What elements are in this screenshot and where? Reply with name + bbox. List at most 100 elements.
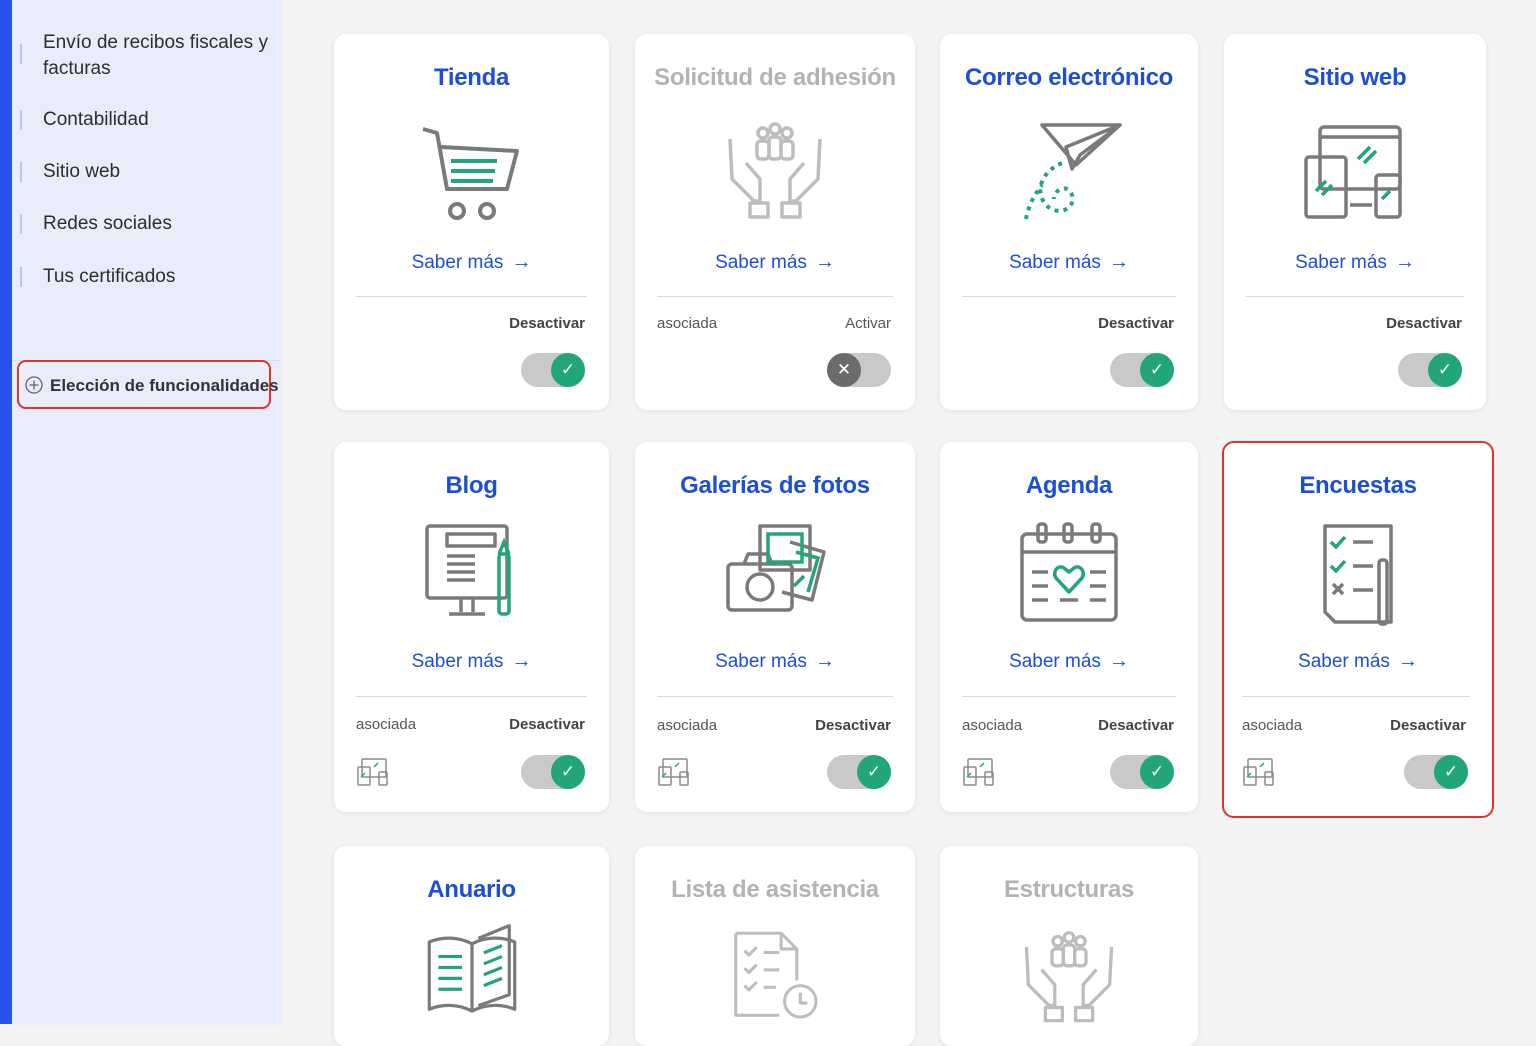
arrow-right-icon: → <box>1397 650 1418 672</box>
card-encuestas: Encuestas Saber más → asociada Desactivar… <box>1222 441 1494 818</box>
card-blog: Blog Saber más → asociada Desactivar ✓ <box>334 442 609 812</box>
card-sitio-web: Sitio web Saber más → Desactivar ✓ <box>1224 34 1486 410</box>
close-icon: ✕ <box>827 353 861 387</box>
learn-more-label: Saber más <box>1009 651 1101 672</box>
learn-more-label: Saber más <box>411 252 504 273</box>
card-title: Sitio web <box>1303 64 1407 91</box>
feature-toggle[interactable]: ✓ <box>1398 353 1462 387</box>
learn-more-link[interactable]: Saber más → <box>1224 650 1492 673</box>
check-icon: ✓ <box>1434 755 1468 789</box>
sidebar-item-social[interactable]: Redes sociales <box>12 211 280 237</box>
hands-people-icon <box>728 122 822 219</box>
calendar-heart-icon <box>1020 522 1118 622</box>
nav-tick <box>20 110 22 130</box>
nav-tick <box>20 214 22 234</box>
learn-more-link[interactable]: Saber más → <box>334 251 609 274</box>
learn-more-label: Saber más <box>715 651 807 672</box>
card-tienda: Tienda Saber más → Desactivar ✓ <box>334 34 609 410</box>
open-book-icon <box>427 924 516 1013</box>
card-correo-electronico: Correo electrónico Saber más → Desactivar… <box>940 34 1198 410</box>
card-title: Estructuras <box>1003 876 1135 903</box>
card-divider <box>1246 296 1464 297</box>
feature-toggle[interactable]: ✓ <box>1110 755 1174 789</box>
devices-icon <box>357 758 388 786</box>
card-galerias-fotos: Galerías de fotos Saber más → asociada De… <box>635 442 915 812</box>
card-anuario: Anuario <box>334 846 609 1046</box>
feature-toggle[interactable]: ✕ <box>827 353 891 387</box>
card-agenda: Agenda Saber más → asociada Desactivar ✓ <box>940 442 1198 812</box>
learn-more-link[interactable]: Saber más → <box>334 650 609 673</box>
survey-checklist-icon <box>1323 524 1393 626</box>
card-title: Tienda <box>433 64 510 91</box>
sidebar-item-accounting[interactable]: Contabilidad <box>12 107 280 133</box>
sidebar-item-certificates[interactable]: Tus certificados <box>12 264 280 290</box>
check-icon: ✓ <box>1428 353 1462 387</box>
devices-icon <box>658 758 689 786</box>
card-lista-asistencia: Lista de asistencia <box>635 846 915 1046</box>
check-icon: ✓ <box>857 755 891 789</box>
learn-more-link[interactable]: Saber más → <box>940 650 1198 673</box>
feature-toggle[interactable]: ✓ <box>1110 353 1174 387</box>
learn-more-link[interactable]: Saber más → <box>635 251 915 274</box>
arrow-right-icon: → <box>814 650 835 672</box>
card-title: Correo electrónico <box>965 64 1173 91</box>
check-icon: ✓ <box>1140 755 1174 789</box>
devices-icon <box>1304 125 1402 219</box>
associated-label: asociada <box>657 315 718 332</box>
associated-label: asociada <box>356 716 417 733</box>
card-solicitud-adhesion: Solicitud de adhesión Saber más → asociad… <box>635 34 915 410</box>
sidebar-item-features-selected[interactable]: Elección de funcionalidades <box>17 360 279 409</box>
learn-more-link[interactable]: Saber más → <box>1224 251 1486 274</box>
learn-more-label: Saber más <box>411 651 504 672</box>
devices-icon <box>963 758 994 786</box>
sidebar-item-receipts[interactable]: Envío de recibos fiscales y facturas <box>12 30 280 86</box>
card-divider <box>356 696 587 697</box>
accent-bar <box>0 0 12 1024</box>
check-icon: ✓ <box>1140 353 1174 387</box>
learn-more-label: Saber más <box>1295 252 1387 273</box>
nav-tick <box>20 162 22 182</box>
sidebar-item-label: Tus certificados <box>43 266 176 287</box>
learn-more-label: Saber más <box>1298 651 1390 672</box>
associated-label: asociada <box>1242 717 1303 734</box>
plus-circle-icon <box>25 376 43 394</box>
card-title: Lista de asistencia <box>671 876 879 903</box>
paper-plane-icon <box>1024 123 1122 220</box>
card-divider <box>1242 696 1470 697</box>
toggle-action-label: Desactivar <box>1098 315 1174 332</box>
sidebar-item-label: Sitio web <box>43 161 121 182</box>
shopping-cart-icon <box>421 127 519 220</box>
toggle-action-label: Desactivar <box>1390 717 1466 734</box>
card-divider <box>657 296 893 297</box>
card-estructuras: Estructuras <box>940 846 1198 1046</box>
card-divider <box>356 296 587 297</box>
arrow-right-icon: → <box>1108 650 1129 672</box>
feature-toggle[interactable]: ✓ <box>521 755 585 789</box>
sidebar-item-label: Redes sociales <box>43 213 172 234</box>
camera-photos-icon <box>726 524 826 612</box>
card-title: Anuario <box>427 876 516 903</box>
card-divider <box>657 696 893 697</box>
arrow-right-icon: → <box>814 251 835 273</box>
feature-toggle[interactable]: ✓ <box>1404 755 1468 789</box>
card-title: Solicitud de adhesión <box>654 64 896 91</box>
card-title: Blog <box>445 472 498 499</box>
learn-more-link[interactable]: Saber más → <box>635 650 915 673</box>
toggle-action-label: Desactivar <box>509 315 585 332</box>
feature-toggle[interactable]: ✓ <box>521 353 585 387</box>
card-divider <box>962 296 1176 297</box>
learn-more-link[interactable]: Saber más → <box>940 251 1198 274</box>
learn-more-label: Saber más <box>715 252 807 273</box>
nav-tick <box>20 267 22 287</box>
arrow-right-icon: → <box>1394 251 1415 273</box>
card-divider <box>962 696 1176 697</box>
sidebar-selected-label: Elección de funcionalidades <box>50 376 279 395</box>
arrow-right-icon: → <box>1108 251 1129 273</box>
sidebar-item-website[interactable]: Sitio web <box>12 159 280 185</box>
feature-toggle[interactable]: ✓ <box>827 755 891 789</box>
check-icon: ✓ <box>551 755 585 789</box>
attendance-list-icon <box>734 931 818 1019</box>
arrow-right-icon: → <box>511 650 532 672</box>
toggle-action-label: Desactivar <box>815 717 891 734</box>
learn-more-label: Saber más <box>1009 252 1101 273</box>
